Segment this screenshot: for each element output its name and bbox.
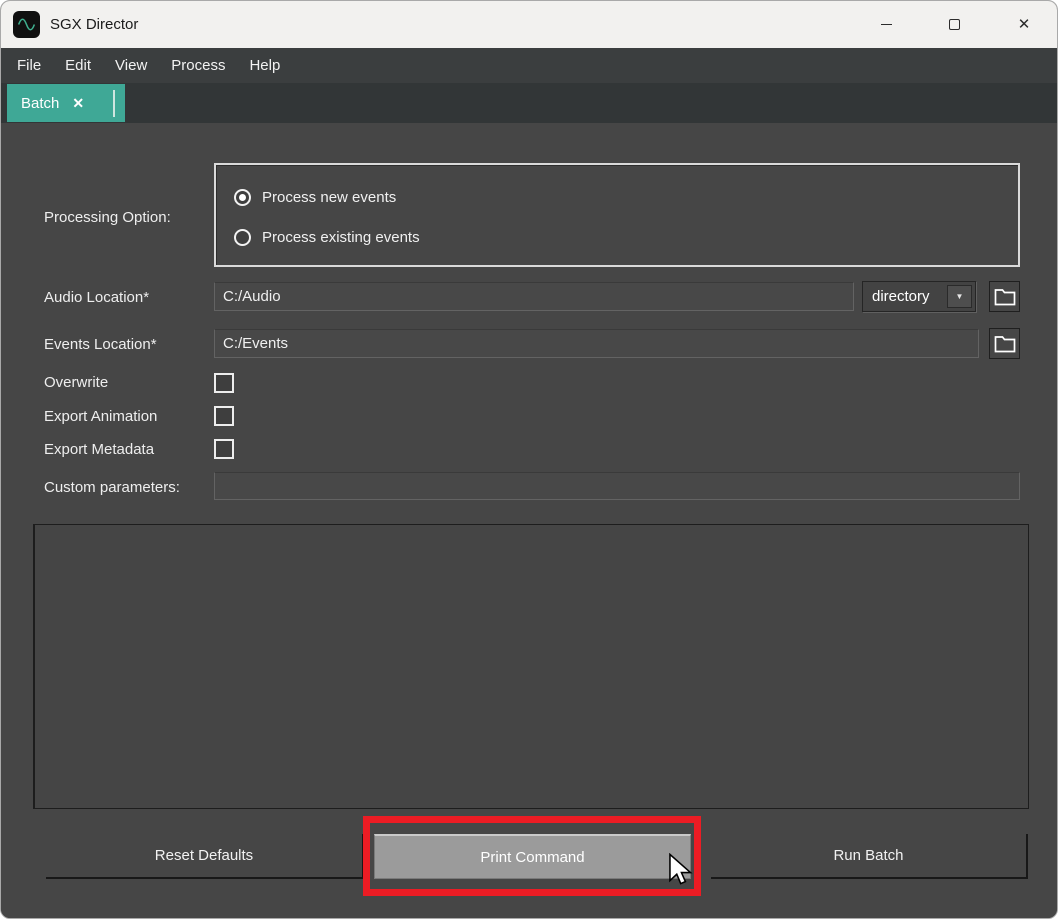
audio-location-browse-button[interactable] [989, 281, 1020, 312]
audio-location-input[interactable] [214, 282, 854, 311]
export-animation-label: Export Animation [44, 408, 157, 425]
window-title: SGX Director [50, 16, 138, 33]
close-button[interactable]: ✕ [1001, 1, 1047, 47]
export-metadata-checkbox[interactable] [214, 439, 234, 459]
export-metadata-label: Export Metadata [44, 441, 154, 458]
radio-process-new-events[interactable] [234, 189, 251, 206]
folder-icon [994, 288, 1016, 306]
events-location-browse-button[interactable] [989, 328, 1020, 359]
processing-option-label: Processing Option: [44, 209, 171, 226]
radio-process-existing-events[interactable] [234, 229, 251, 246]
close-icon: ✕ [1018, 17, 1031, 32]
radio-row-new-events[interactable]: Process new events [234, 189, 396, 206]
custom-parameters-input[interactable] [214, 472, 1020, 500]
overwrite-label: Overwrite [44, 374, 108, 391]
tab-bar: Batch ✕ [1, 83, 1057, 123]
events-location-input[interactable] [214, 329, 979, 358]
radio-label: Process new events [262, 189, 396, 206]
minimize-button[interactable] [863, 1, 909, 47]
overwrite-checkbox[interactable] [214, 373, 234, 393]
tab-separator [113, 90, 115, 117]
dropdown-value: directory [863, 288, 947, 305]
print-command-button[interactable]: Print Command [374, 834, 691, 879]
run-batch-button[interactable]: Run Batch [711, 834, 1028, 879]
audio-location-type-dropdown[interactable]: directory ▼ [862, 281, 976, 312]
audio-location-label: Audio Location* [44, 289, 149, 306]
tab-label: Batch [21, 95, 59, 112]
menu-process[interactable]: Process [169, 53, 227, 78]
menu-view[interactable]: View [113, 53, 149, 78]
events-location-label: Events Location* [44, 336, 157, 353]
titlebar: SGX Director ✕ [1, 1, 1057, 48]
menu-file[interactable]: File [15, 53, 43, 78]
reset-defaults-button[interactable]: Reset Defaults [46, 834, 364, 879]
custom-parameters-label: Custom parameters: [44, 479, 180, 496]
app-window: SGX Director ✕ File Edit View Process He… [0, 0, 1058, 919]
tab-batch[interactable]: Batch ✕ [7, 84, 125, 122]
export-animation-checkbox[interactable] [214, 406, 234, 426]
processing-option-group: Process new events Process existing even… [214, 163, 1020, 267]
radio-row-existing-events[interactable]: Process existing events [234, 229, 420, 246]
maximize-icon [949, 19, 960, 30]
radio-label: Process existing events [262, 229, 420, 246]
minimize-icon [881, 24, 892, 25]
tab-close-icon[interactable]: ✕ [72, 95, 84, 112]
app-logo-icon [13, 11, 40, 38]
menubar: File Edit View Process Help [1, 48, 1057, 83]
maximize-button[interactable] [931, 1, 977, 47]
menu-help[interactable]: Help [247, 53, 282, 78]
chevron-down-icon[interactable]: ▼ [947, 285, 972, 308]
folder-icon [994, 335, 1016, 353]
output-log-panel[interactable] [33, 524, 1029, 809]
menu-edit[interactable]: Edit [63, 53, 93, 78]
